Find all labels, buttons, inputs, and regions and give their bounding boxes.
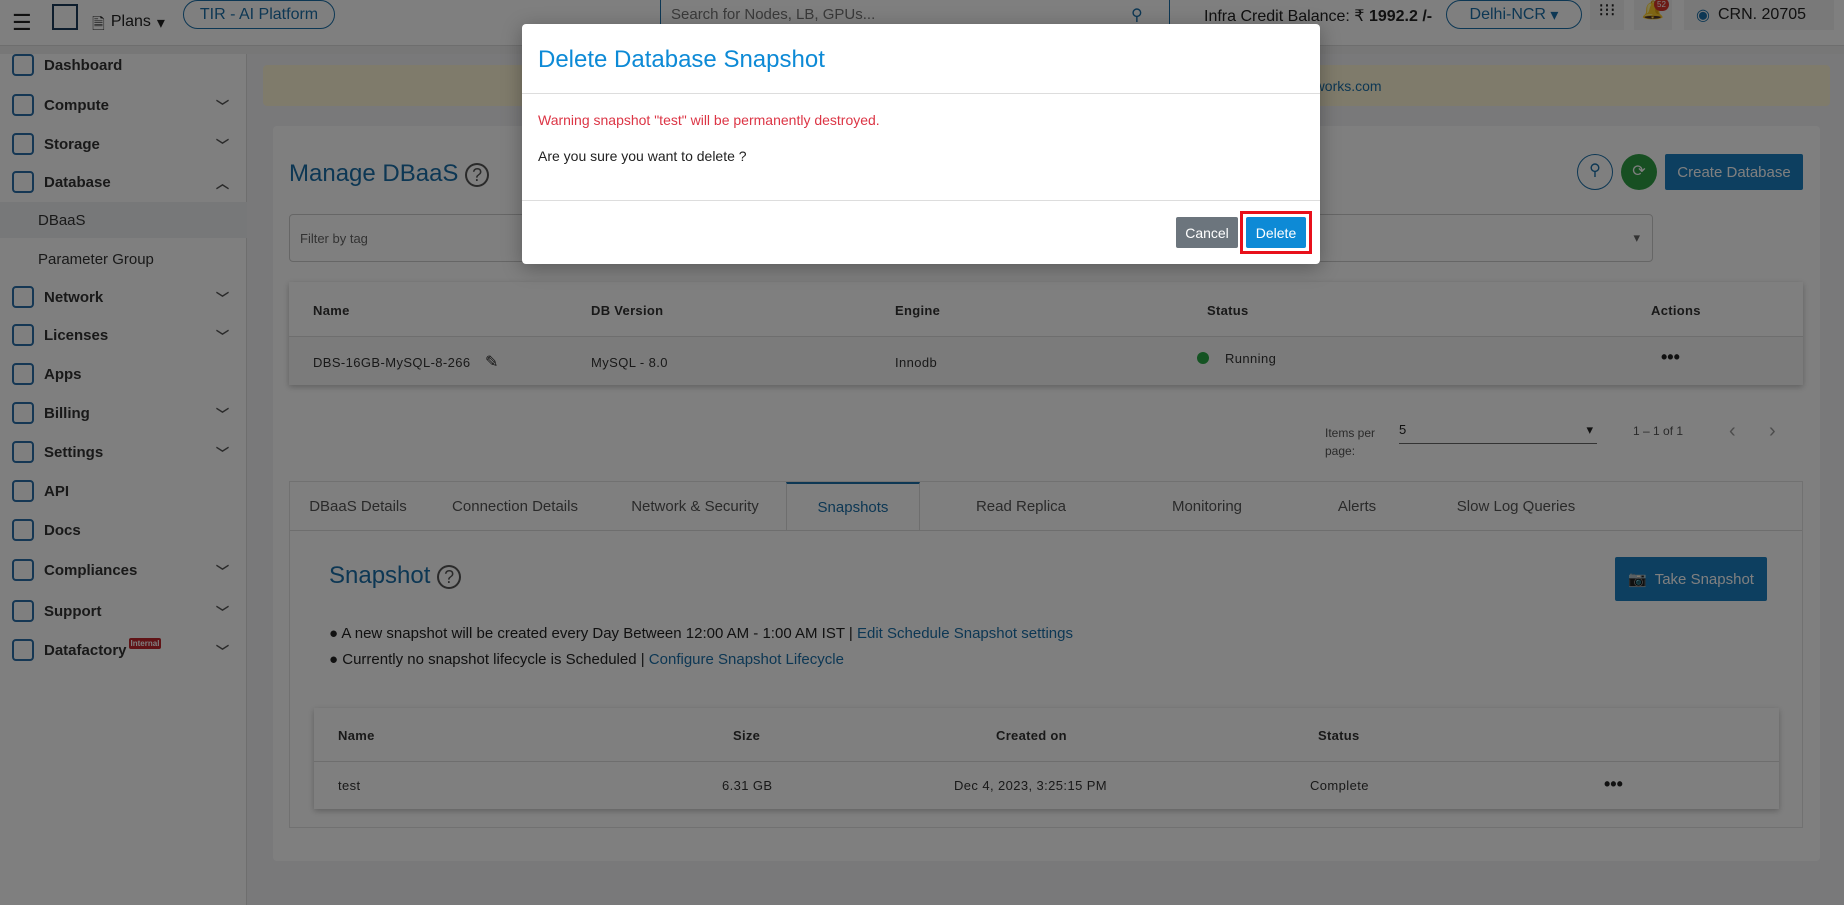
confirm-question: Are you sure you want to delete ? — [538, 148, 747, 164]
warning-text: Warning snapshot "test" will be permanen… — [538, 112, 880, 128]
cancel-button[interactable]: Cancel — [1176, 217, 1238, 248]
delete-button-highlight: Delete — [1240, 211, 1312, 254]
dialog-title: Delete Database Snapshot — [538, 46, 825, 73]
delete-snapshot-dialog: Delete Database Snapshot Warning snapsho… — [522, 24, 1320, 264]
delete-button[interactable]: Delete — [1246, 217, 1306, 248]
